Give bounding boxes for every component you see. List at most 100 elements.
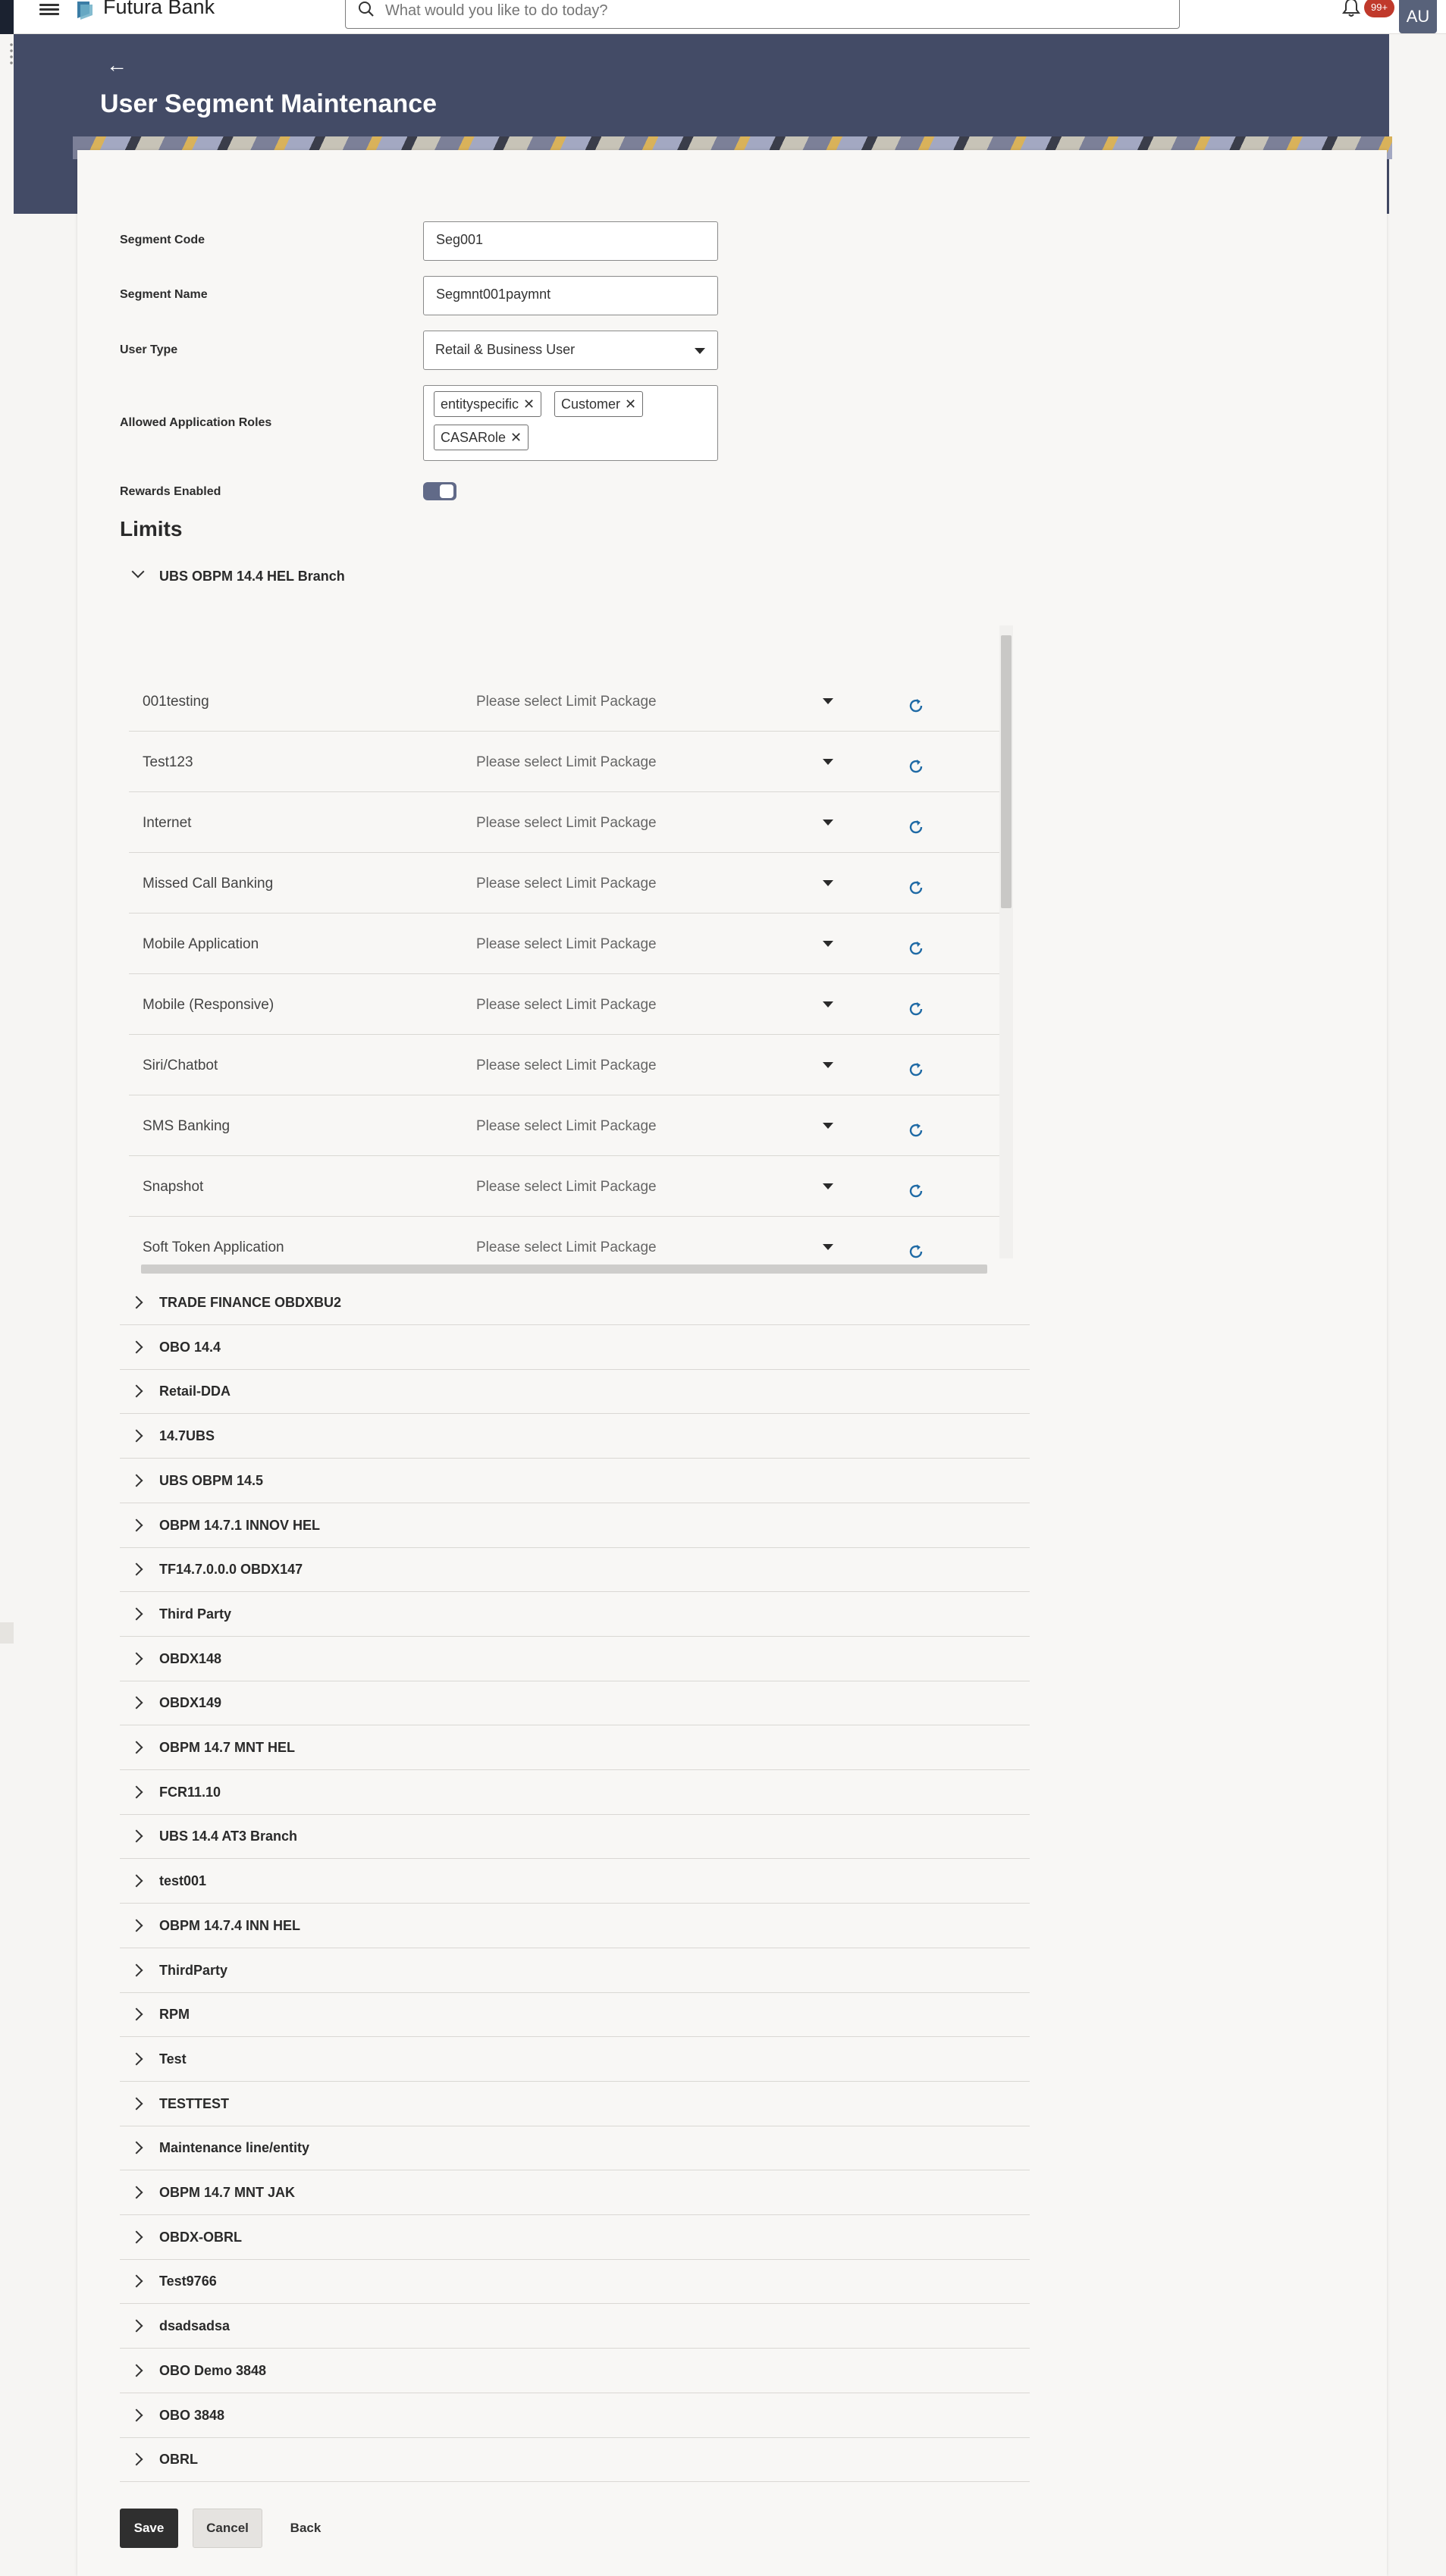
chevron-right-icon[interactable] <box>130 1340 143 1354</box>
chevron-right-icon[interactable] <box>130 2007 143 2021</box>
limit-group-item[interactable]: test001 <box>120 1860 1030 1904</box>
limit-group-item[interactable]: TRADE FINANCE OBDXBU2 <box>120 1281 1030 1325</box>
limit-group-title[interactable]: Test <box>159 2051 187 2067</box>
chevron-right-icon[interactable] <box>130 1296 143 1309</box>
reset-icon[interactable] <box>907 697 925 715</box>
limit-group-item[interactable]: 14.7UBS <box>120 1415 1030 1459</box>
limit-package-select[interactable]: Please select Limit Package <box>476 1118 657 1135</box>
save-button[interactable]: Save <box>120 2509 178 2548</box>
chevron-down-icon[interactable] <box>823 1001 833 1008</box>
chevron-right-icon[interactable] <box>130 2408 143 2421</box>
limit-group-item[interactable]: UBS OBPM 14.5 <box>120 1459 1030 1503</box>
limit-group-item[interactable]: OBO 3848 <box>120 2394 1030 2438</box>
cancel-button[interactable]: Cancel <box>193 2509 262 2548</box>
notification-bell-icon[interactable] <box>1342 0 1360 18</box>
side-rail-handle[interactable] <box>9 42 14 64</box>
limit-group-item[interactable]: FCR11.10 <box>120 1771 1030 1815</box>
limit-group-item[interactable]: RPM <box>120 1993 1030 2038</box>
chevron-right-icon[interactable] <box>130 2230 143 2244</box>
chevron-down-icon[interactable] <box>823 1062 833 1068</box>
chevron-right-icon[interactable] <box>130 1919 143 1932</box>
global-search[interactable] <box>345 0 1180 29</box>
limit-group-title[interactable]: OBDX-OBRL <box>159 2230 242 2245</box>
chevron-down-icon[interactable] <box>823 880 833 886</box>
limit-group-title[interactable]: ThirdParty <box>159 1963 227 1979</box>
limit-package-select[interactable]: Please select Limit Package <box>476 694 657 710</box>
limit-group-item[interactable]: TF14.7.0.0.0 OBDX147 <box>120 1548 1030 1593</box>
vertical-scrollbar-thumb[interactable] <box>1001 635 1012 908</box>
limit-group-title[interactable]: OBPM 14.7.1 INNOV HEL <box>159 1518 320 1534</box>
remove-icon[interactable]: ✕ <box>510 430 522 445</box>
limit-group-item[interactable]: Test <box>120 2038 1030 2082</box>
limit-group-title[interactable]: OBDX148 <box>159 1651 221 1667</box>
expanded-group-title[interactable]: UBS OBPM 14.4 HEL Branch <box>159 569 345 584</box>
limit-group-title[interactable]: OBO Demo 3848 <box>159 2363 266 2379</box>
segment-name-input[interactable] <box>434 286 707 303</box>
chevron-right-icon[interactable] <box>130 1696 143 1709</box>
limit-group-title[interactable]: TESTTEST <box>159 2096 229 2112</box>
limit-group-title[interactable]: OBDX149 <box>159 1695 221 1711</box>
chevron-right-icon[interactable] <box>130 1652 143 1666</box>
limit-group-title[interactable]: FCR11.10 <box>159 1785 221 1800</box>
limit-group-title[interactable]: dsadsadsa <box>159 2318 230 2334</box>
chevron-right-icon[interactable] <box>130 1741 143 1754</box>
limit-group-title[interactable]: OBO 3848 <box>159 2408 224 2424</box>
reset-icon[interactable] <box>907 1000 925 1018</box>
limit-group-item[interactable]: OBO 14.4 <box>120 1326 1030 1370</box>
chevron-right-icon[interactable] <box>130 2452 143 2466</box>
chevron-right-icon[interactable] <box>130 1963 143 1976</box>
limit-group-item[interactable]: Third Party <box>120 1593 1030 1637</box>
limit-package-select[interactable]: Please select Limit Package <box>476 936 657 953</box>
chevron-right-icon[interactable] <box>130 1874 143 1888</box>
limit-group-title[interactable]: OBPM 14.7 MNT HEL <box>159 1740 295 1756</box>
chevron-right-icon[interactable] <box>130 1384 143 1398</box>
limit-group-title[interactable]: RPM <box>159 2007 190 2023</box>
back-arrow-icon[interactable]: ← <box>106 55 127 76</box>
limit-group-title[interactable]: OBRL <box>159 2452 198 2468</box>
chevron-down-icon[interactable] <box>823 759 833 765</box>
limit-group-title[interactable]: OBO 14.4 <box>159 1340 221 1355</box>
limit-group-title[interactable]: OBPM 14.7 MNT JAK <box>159 2185 295 2201</box>
limit-group-item[interactable]: OBDX149 <box>120 1681 1030 1726</box>
limit-group-item[interactable]: Test9766 <box>120 2260 1030 2305</box>
limit-group-title[interactable]: OBPM 14.7.4 INN HEL <box>159 1918 300 1934</box>
chevron-right-icon[interactable] <box>130 2052 143 2066</box>
chevron-right-icon[interactable] <box>130 2364 143 2377</box>
limit-group-item[interactable]: UBS 14.4 AT3 Branch <box>120 1815 1030 1860</box>
limit-group-title[interactable]: test001 <box>159 1873 206 1889</box>
limit-package-select[interactable]: Please select Limit Package <box>476 1179 657 1196</box>
limit-package-select[interactable]: Please select Limit Package <box>476 1239 657 1256</box>
chevron-right-icon[interactable] <box>130 1829 143 1843</box>
remove-icon[interactable]: ✕ <box>625 396 636 412</box>
chevron-right-icon[interactable] <box>130 1562 143 1576</box>
limit-group-item[interactable]: Retail-DDA <box>120 1370 1030 1415</box>
chevron-right-icon[interactable] <box>130 2274 143 2288</box>
limit-group-title[interactable]: 14.7UBS <box>159 1428 215 1444</box>
limit-group-item[interactable]: OBO Demo 3848 <box>120 2349 1030 2393</box>
limit-group-title[interactable]: Retail-DDA <box>159 1384 231 1399</box>
limit-group-item[interactable]: OBDX-OBRL <box>120 2216 1030 2260</box>
user-type-select[interactable]: Retail & Business User <box>423 331 718 370</box>
segment-code-field[interactable] <box>423 221 718 261</box>
chevron-right-icon[interactable] <box>130 2319 143 2333</box>
limit-package-select[interactable]: Please select Limit Package <box>476 815 657 832</box>
chevron-right-icon[interactable] <box>130 1474 143 1487</box>
chevron-down-icon[interactable] <box>823 1244 833 1250</box>
chevron-right-icon[interactable] <box>130 2097 143 2111</box>
segment-name-field[interactable] <box>423 276 718 315</box>
limit-group-title[interactable]: TRADE FINANCE OBDXBU2 <box>159 1295 341 1311</box>
chevron-down-icon[interactable] <box>823 819 833 826</box>
chevron-right-icon[interactable] <box>130 1518 143 1531</box>
chevron-right-icon[interactable] <box>130 1429 143 1443</box>
limit-group-title[interactable]: UBS OBPM 14.5 <box>159 1473 263 1489</box>
remove-icon[interactable]: ✕ <box>523 396 535 412</box>
limit-group-item[interactable]: OBPM 14.7.4 INN HEL <box>120 1904 1030 1948</box>
limit-group-title[interactable]: TF14.7.0.0.0 OBDX147 <box>159 1562 303 1578</box>
role-chip[interactable]: entityspecific ✕ <box>434 391 542 417</box>
chevron-down-icon[interactable] <box>823 1123 833 1129</box>
chevron-right-icon[interactable] <box>130 2141 143 2155</box>
chevron-right-icon[interactable] <box>130 1785 143 1799</box>
reset-icon[interactable] <box>907 939 925 957</box>
limit-group-item[interactable]: Maintenance line/entity <box>120 2126 1030 2171</box>
role-chip[interactable]: CASARole ✕ <box>434 425 529 450</box>
